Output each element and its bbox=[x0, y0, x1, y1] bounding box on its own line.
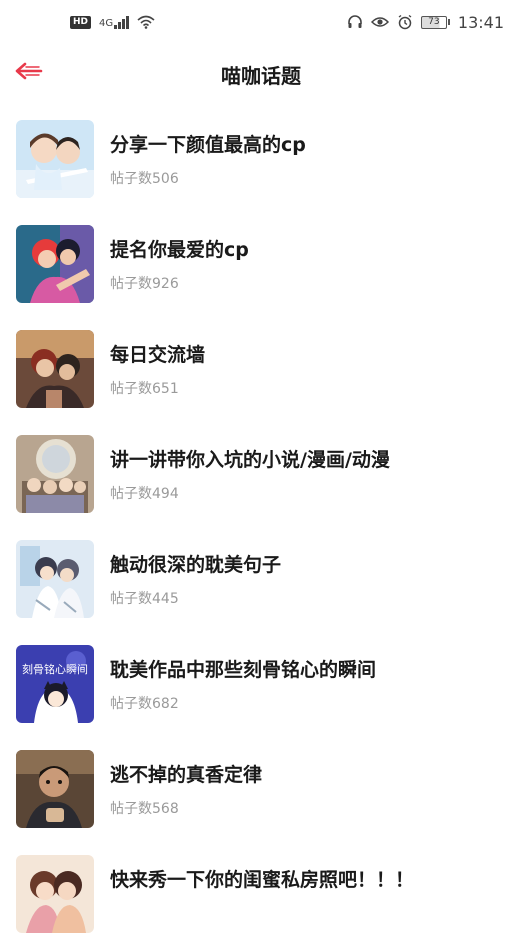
topic-item[interactable]: 讲一讲带你入坑的小说/漫画/动漫 帖子数494 bbox=[0, 427, 522, 532]
topic-item[interactable]: 分享一下颜值最高的cp 帖子数506 bbox=[0, 112, 522, 217]
topic-thumbnail bbox=[16, 750, 94, 828]
topic-post-count: 帖子数651 bbox=[110, 381, 179, 397]
clock: 13:41 bbox=[457, 12, 504, 32]
alarm-icon bbox=[397, 14, 413, 30]
topic-post-count: 帖子数568 bbox=[110, 801, 179, 817]
headphones-icon bbox=[347, 14, 363, 30]
topic-list: 分享一下颜值最高的cp 帖子数506 提名你最爱的cp 帖子数926 每日交流墙… bbox=[0, 112, 522, 952]
page-title: 喵咖话题 bbox=[221, 64, 301, 88]
topic-item[interactable]: 提名你最爱的cp 帖子数926 bbox=[0, 217, 522, 322]
topic-post-count: 帖子数494 bbox=[110, 486, 179, 502]
header: 喵咖话题 bbox=[0, 48, 522, 100]
battery-level: 73 bbox=[420, 15, 447, 29]
thumbnail-text: 刻骨铭心瞬间 bbox=[22, 662, 88, 676]
topic-item[interactable]: 快来秀一下你的闺蜜私房照吧！！！ bbox=[0, 847, 522, 952]
eye-icon bbox=[370, 14, 389, 30]
topic-title: 讲一讲带你入坑的小说/漫画/动漫 bbox=[110, 449, 390, 471]
status-left: HD 4G bbox=[70, 15, 155, 29]
battery-icon: 73 bbox=[420, 15, 450, 29]
wifi-icon bbox=[137, 15, 155, 29]
topic-title: 分享一下颜值最高的cp bbox=[110, 134, 306, 156]
topic-thumbnail bbox=[16, 120, 94, 198]
topic-thumbnail bbox=[16, 540, 94, 618]
topic-item[interactable]: 刻骨铭心瞬间 耽美作品中那些刻骨铭心的瞬间 帖子数682 bbox=[0, 637, 522, 742]
topic-title: 提名你最爱的cp bbox=[110, 239, 249, 261]
topic-thumbnail bbox=[16, 330, 94, 408]
network-type: 4G bbox=[99, 17, 114, 29]
status-bar: HD 4G 73 13:41 bbox=[0, 0, 522, 44]
topic-title: 快来秀一下你的闺蜜私房照吧！！！ bbox=[110, 869, 415, 891]
status-right: 73 13:41 bbox=[347, 13, 504, 32]
cell-signal-icon: 4G bbox=[99, 15, 130, 29]
topic-post-count: 帖子数445 bbox=[110, 591, 179, 607]
topic-post-count: 帖子数506 bbox=[110, 171, 179, 187]
topic-thumbnail bbox=[16, 435, 94, 513]
topic-title: 每日交流墙 bbox=[110, 344, 206, 366]
topic-post-count: 帖子数926 bbox=[110, 276, 179, 292]
topic-item[interactable]: 逃不掉的真香定律 帖子数568 bbox=[0, 742, 522, 847]
topic-item[interactable]: 触动很深的耽美句子 帖子数445 bbox=[0, 532, 522, 637]
topic-thumbnail: 刻骨铭心瞬间 bbox=[16, 645, 94, 723]
topic-title: 触动很深的耽美句子 bbox=[110, 554, 282, 576]
topic-title: 逃不掉的真香定律 bbox=[110, 764, 263, 786]
topic-thumbnail bbox=[16, 225, 94, 303]
topic-thumbnail bbox=[16, 855, 94, 933]
topic-post-count: 帖子数682 bbox=[110, 696, 179, 712]
topic-item[interactable]: 每日交流墙 帖子数651 bbox=[0, 322, 522, 427]
hd-badge: HD bbox=[70, 15, 92, 29]
topic-title: 耽美作品中那些刻骨铭心的瞬间 bbox=[110, 659, 377, 681]
